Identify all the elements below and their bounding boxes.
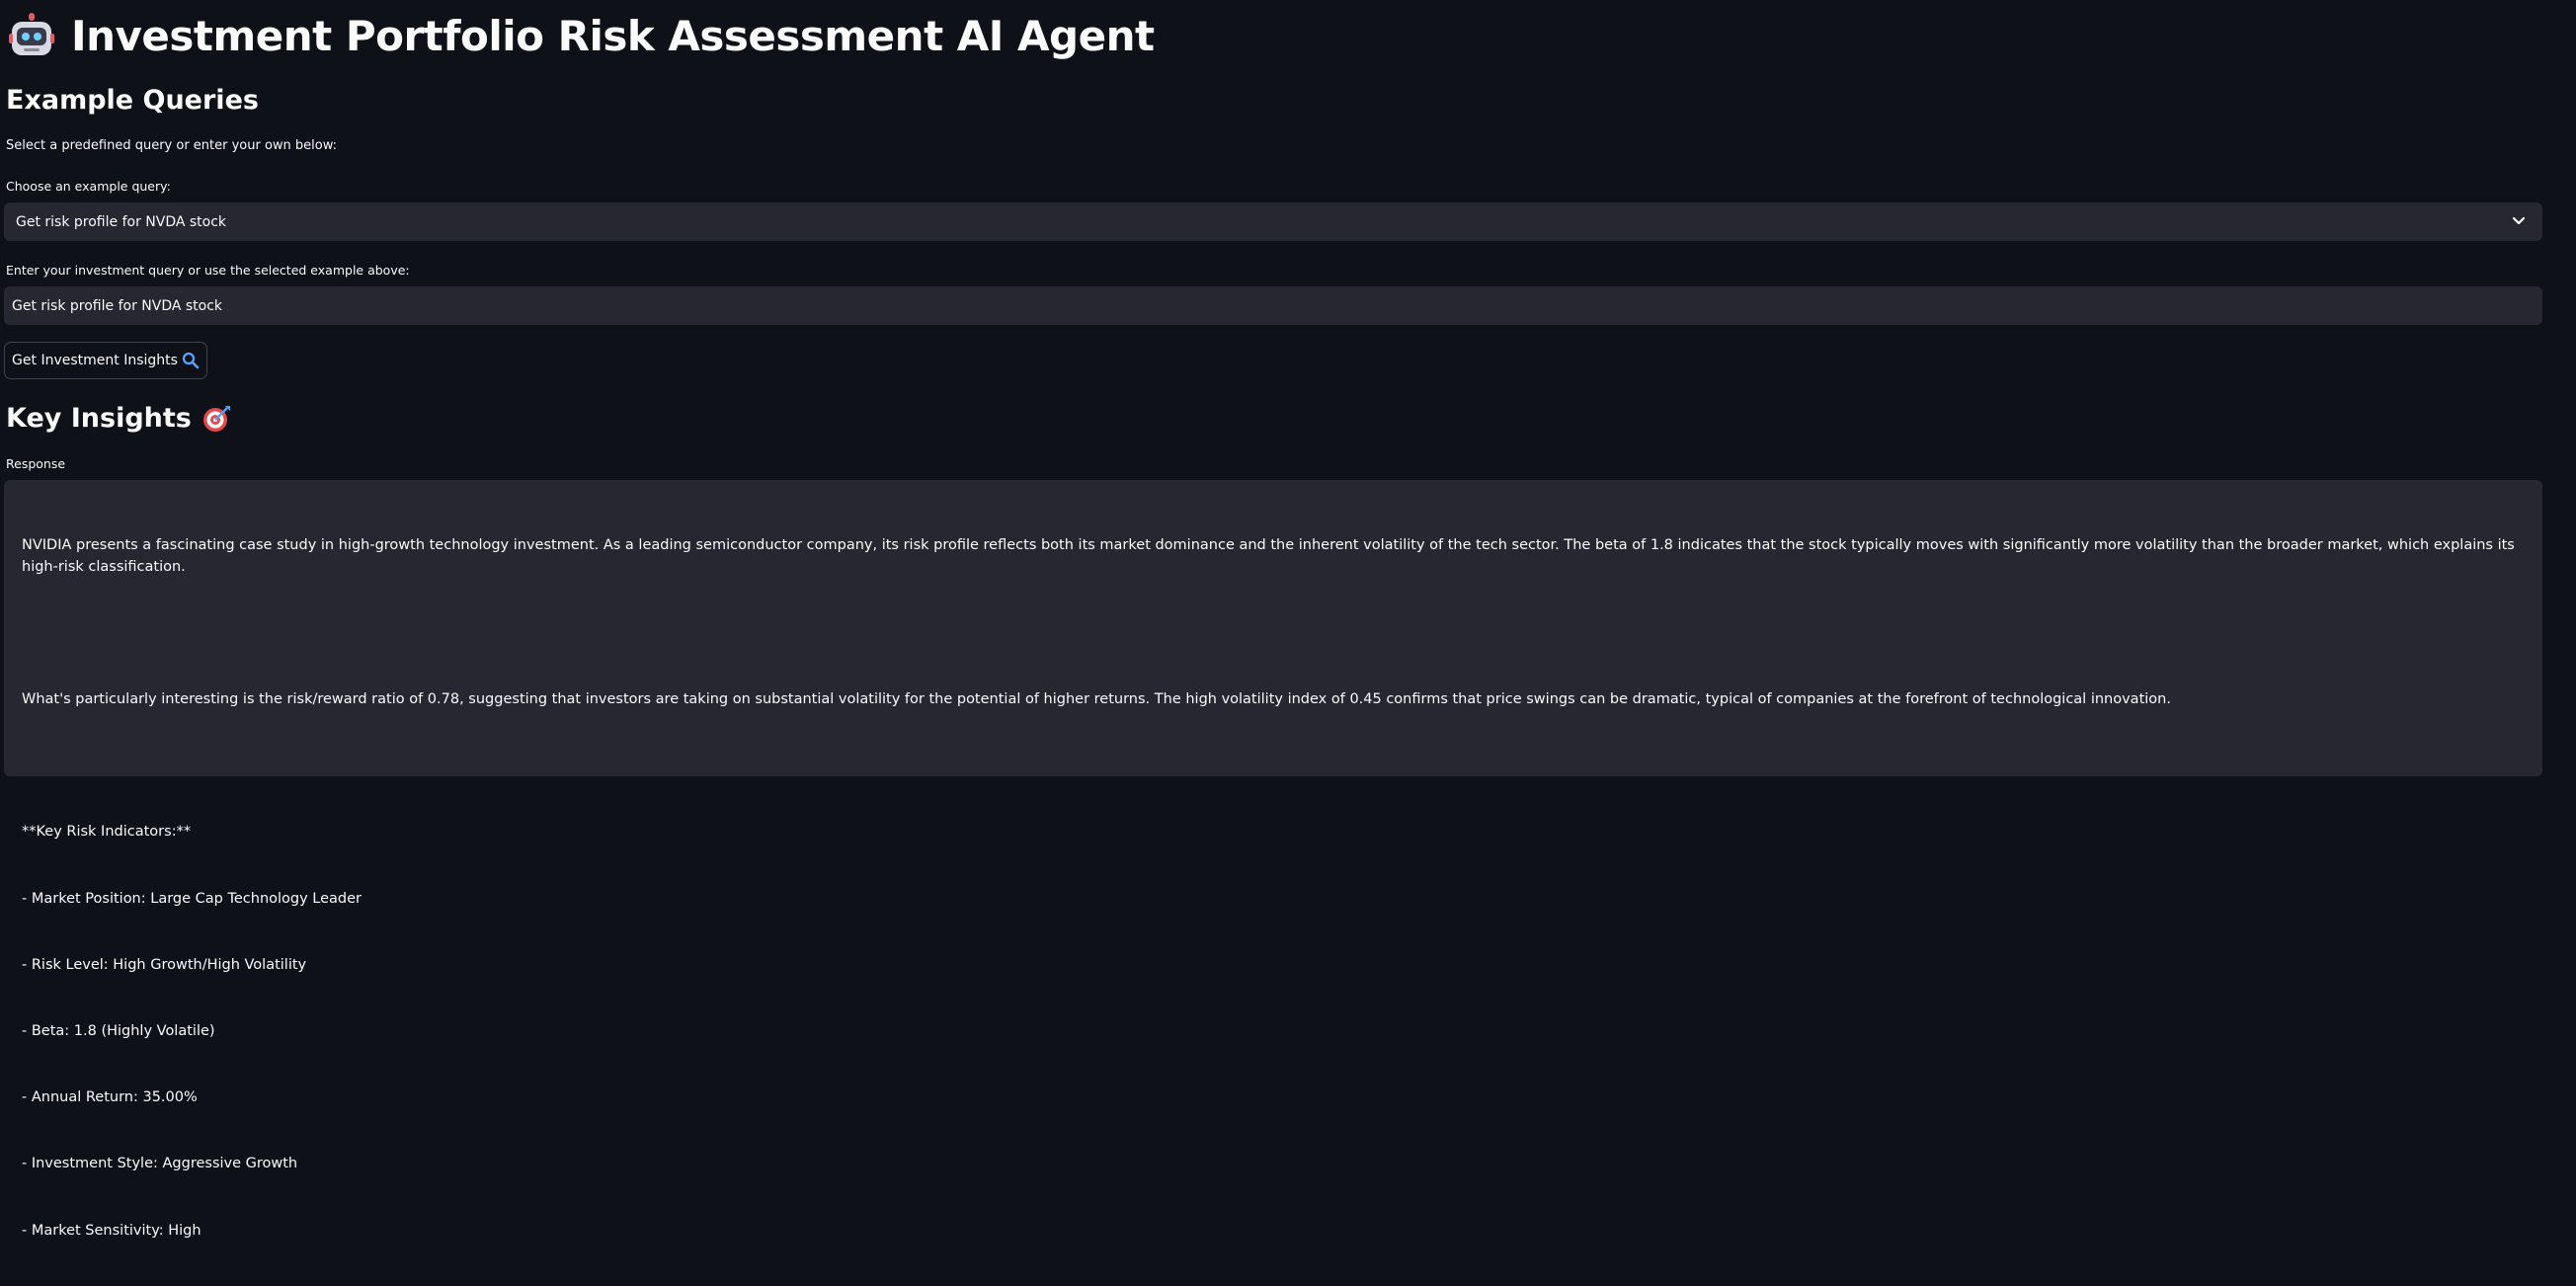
key-insights-heading: Key Insights xyxy=(6,403,231,434)
chevron-down-icon[interactable] xyxy=(2509,210,2529,230)
indicators-heading: **Key Risk Indicators:** xyxy=(22,824,192,841)
example-query-select[interactable]: Get risk profile for NVDA stock xyxy=(4,202,2542,241)
title-text: Investment Portfolio Risk Assessment AI … xyxy=(71,11,1155,60)
get-insights-button[interactable]: Get Investment Insights xyxy=(4,342,207,379)
indicator-item: - Investment Style: Aggressive Growth xyxy=(22,1156,298,1172)
select-label: Choose an example query: xyxy=(6,179,171,194)
key-insights-text: Key Insights xyxy=(6,403,192,434)
robot-icon xyxy=(9,13,54,55)
get-insights-label: Get Investment Insights xyxy=(12,353,178,368)
magnifier-icon xyxy=(182,352,200,369)
query-input-value: Get risk profile for NVDA stock xyxy=(12,297,223,314)
example-queries-heading: Example Queries xyxy=(6,85,259,116)
page-title: Investment Portfolio Risk Assessment AI … xyxy=(8,8,1155,63)
example-queries-intro: Select a predefined query or enter your … xyxy=(6,138,338,153)
indicator-item: - Risk Level: High Growth/High Volatilit… xyxy=(22,956,307,973)
response-paragraph-1: NVIDIA presents a fascinating case study… xyxy=(22,536,2520,576)
indicator-item: - Market Sensitivity: High xyxy=(22,1222,201,1239)
query-input[interactable]: Get risk profile for NVDA stock xyxy=(4,286,2542,325)
indicator-item: - Market Position: Large Cap Technology … xyxy=(22,890,362,907)
response-label: Response xyxy=(6,456,66,471)
target-icon xyxy=(202,405,230,432)
indicator-item: - Beta: 1.8 (Highly Volatile) xyxy=(22,1022,215,1039)
indicator-item: - Annual Return: 35.00% xyxy=(22,1089,198,1106)
app-container: Investment Portfolio Risk Assessment AI … xyxy=(0,0,2576,1239)
response-text-area[interactable]: NVIDIA presents a fascinating case study… xyxy=(4,480,2542,1239)
query-input-label: Enter your investment query or use the s… xyxy=(6,263,410,278)
response-paragraph-2: What's particularly interesting is the r… xyxy=(22,691,2171,708)
select-value: Get risk profile for NVDA stock xyxy=(16,213,227,230)
